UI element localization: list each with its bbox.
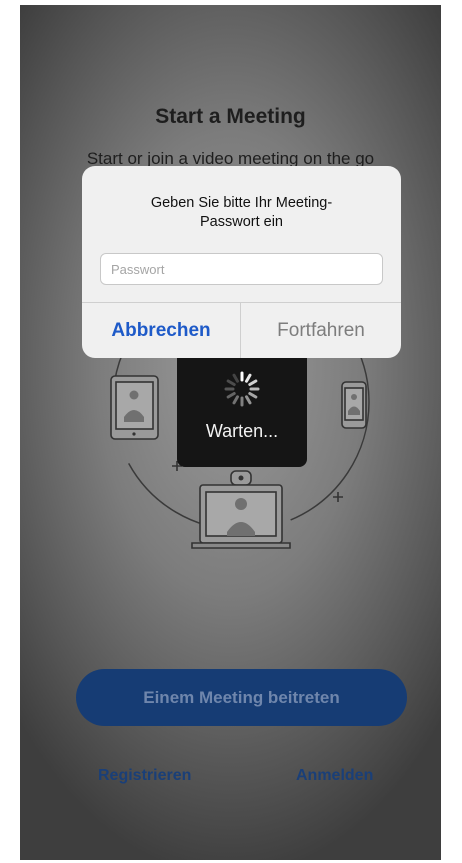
continue-button[interactable]: Fortfahren	[241, 303, 401, 358]
loading-label: Warten...	[205, 421, 279, 441]
password-dialog: Geben Sie bitte Ihr Meeting- Passwort ei…	[82, 166, 401, 358]
password-input[interactable]	[100, 253, 383, 285]
spinner-icon	[224, 371, 260, 407]
room-system-icon	[191, 470, 291, 549]
join-meeting-button[interactable]: Einem Meeting beitreten	[76, 669, 407, 726]
cancel-button[interactable]: Abbrechen	[82, 303, 240, 358]
login-link[interactable]: Anmelden	[296, 767, 373, 785]
loading-indicator: Warten...	[177, 345, 307, 467]
register-link[interactable]: Registrieren	[98, 767, 191, 785]
dialog-message: Geben Sie bitte Ihr Meeting- Passwort ei…	[102, 194, 381, 232]
phone-icon	[341, 381, 367, 429]
app-screen: Start a Meeting Start or join a video me…	[20, 5, 441, 860]
dialog-message-text: Geben Sie bitte Ihr Meeting- Passwort ei…	[150, 195, 333, 230]
tablet-icon	[110, 375, 159, 440]
